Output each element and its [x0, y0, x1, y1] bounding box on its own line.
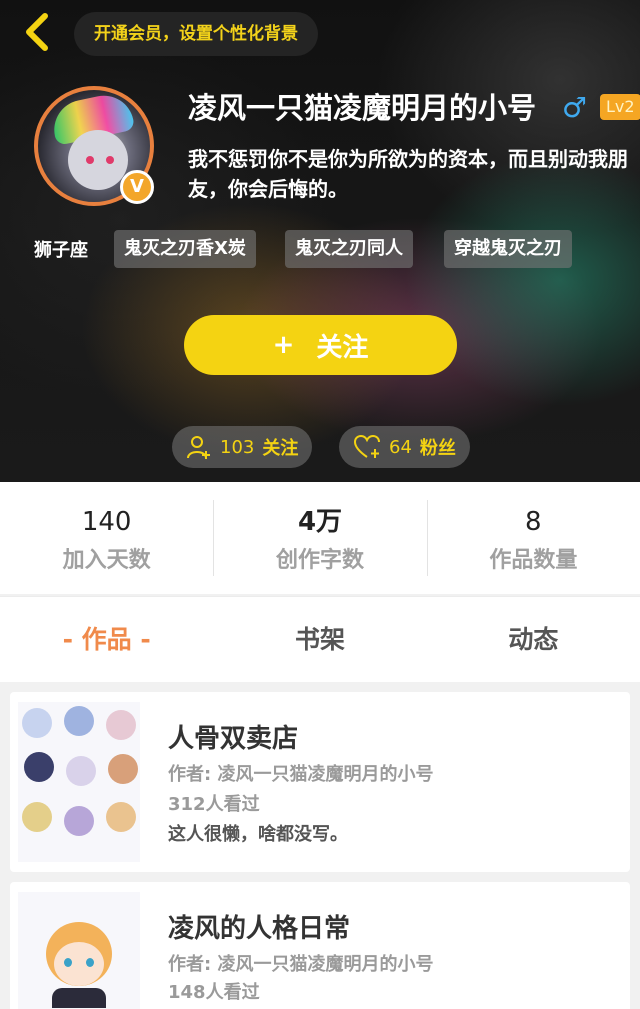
male-gender-icon: ♂ — [562, 91, 588, 124]
work-views: 148人看过 — [168, 982, 260, 1003]
work-cover-image — [18, 702, 140, 862]
verified-badge: V — [120, 170, 154, 204]
vip-background-banner[interactable]: 开通会员，设置个性化背景 — [74, 12, 318, 56]
stat-value: 140 — [81, 507, 132, 537]
level-badge: Lv2 — [600, 94, 640, 120]
add-user-icon — [187, 436, 210, 459]
work-title: 凌风的人格日常 — [168, 914, 351, 944]
back-button[interactable] — [14, 10, 58, 54]
work-author: 作者: 凌风一只猫凌魔明月的小号 — [168, 764, 434, 785]
stats-row: 140 加入天数 4万 创作字数 8 作品数量 — [0, 482, 640, 594]
bio-text: 我不惩罚你不是你为所欲为的资本，而且别动我朋友，你会后悔的。 — [188, 147, 628, 201]
work-author: 作者: 凌风一只猫凌魔明月的小号 — [168, 954, 434, 975]
stat-value: 4万 — [297, 507, 343, 537]
work-card[interactable]: 凌风的人格日常 作者: 凌风一只猫凌魔明月的小号 148人看过 — [10, 882, 630, 1009]
zodiac-label: 狮子座 — [34, 240, 88, 261]
tab-activity[interactable]: 动态 — [427, 597, 640, 682]
avatar-eye — [86, 156, 94, 164]
avatar-face — [68, 130, 128, 190]
stat-word-count: 4万 创作字数 — [213, 482, 426, 594]
profile-tag[interactable]: 鬼灭之刃香X炭 — [114, 230, 256, 268]
following-count: 103 — [220, 436, 255, 458]
stat-join-days: 140 加入天数 — [0, 482, 213, 594]
stat-value: 8 — [525, 507, 542, 537]
work-cover-image — [18, 892, 140, 1009]
avatar-eye — [106, 156, 114, 164]
follow-button[interactable]: + 关注 — [184, 315, 457, 375]
follow-button-label: 关注 — [316, 332, 369, 363]
stat-label: 作品数量 — [489, 548, 578, 573]
profile-tag[interactable]: 鬼灭之刃同人 — [285, 230, 413, 268]
profile-header: 开通会员，设置个性化背景 V 凌风一只猫凌魔明月的小号 ♂ Lv2 我不惩罚你不… — [0, 0, 640, 482]
tab-works[interactable]: - 作品 - — [0, 597, 213, 682]
tab-bar: - 作品 - 书架 动态 — [0, 596, 640, 682]
fans-count: 64 — [389, 436, 412, 458]
stat-label: 加入天数 — [62, 548, 151, 573]
stat-works-count: 8 作品数量 — [426, 482, 640, 594]
work-description: 这人很懒，啥都没写。 — [168, 824, 348, 845]
following-label: 关注 — [262, 438, 299, 459]
username: 凌风一只猫凌魔明月的小号 — [188, 91, 537, 125]
chevron-left-icon — [26, 13, 48, 51]
fans-button[interactable]: 64 粉丝 — [339, 426, 470, 468]
fans-label: 粉丝 — [419, 438, 456, 459]
work-views: 312人看过 — [168, 794, 260, 815]
work-title: 人骨双卖店 — [168, 724, 299, 754]
heart-plus-icon — [353, 434, 380, 458]
profile-tag[interactable]: 穿越鬼灭之刃 — [444, 230, 572, 268]
work-card[interactable]: 人骨双卖店 作者: 凌风一只猫凌魔明月的小号 312人看过 这人很懒，啥都没写。 — [10, 692, 630, 872]
following-button[interactable]: 103 关注 — [172, 426, 313, 468]
tab-bookshelf[interactable]: 书架 — [213, 597, 426, 682]
plus-icon: + — [272, 330, 295, 360]
stat-label: 创作字数 — [275, 548, 364, 573]
